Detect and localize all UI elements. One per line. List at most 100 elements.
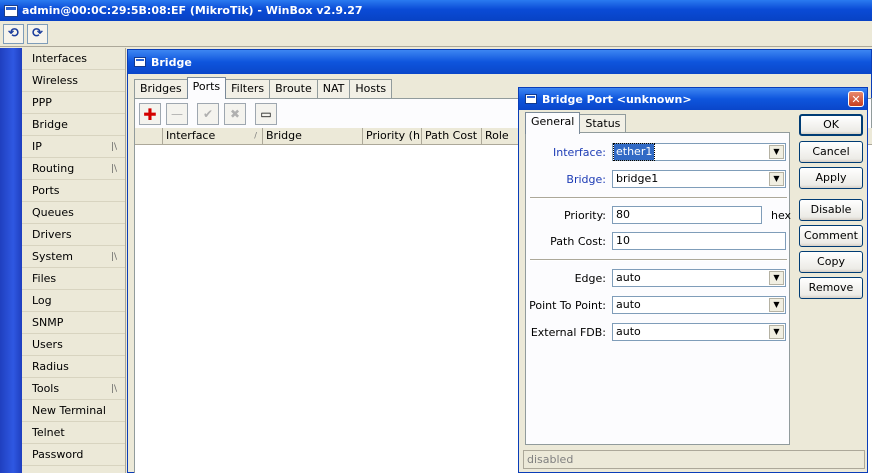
- remove-port-button[interactable]: —: [166, 103, 188, 125]
- tab-general[interactable]: General: [525, 112, 581, 134]
- comment-port-button[interactable]: ▭: [255, 103, 277, 125]
- sidebar-item-queues[interactable]: Queues: [22, 202, 125, 224]
- sidebar-item-label: Telnet: [32, 426, 65, 439]
- add-port-button[interactable]: ✚: [139, 103, 161, 125]
- sidebar-item-password[interactable]: Password: [22, 444, 125, 466]
- undo-icon: ⟲: [8, 26, 19, 41]
- ok-button[interactable]: OK: [799, 114, 863, 136]
- winbox-app-icon: [4, 4, 18, 17]
- comment-icon: ▭: [260, 107, 272, 121]
- submenu-arrow-icon: |\: [110, 164, 117, 174]
- path-cost-label: Path Cost:: [550, 235, 606, 248]
- tab-ports[interactable]: Ports: [186, 77, 227, 99]
- disable-button[interactable]: Disable: [799, 199, 863, 221]
- edge-label: Edge:: [574, 272, 606, 285]
- tab-filters[interactable]: Filters: [225, 79, 271, 99]
- sidebar-item-users[interactable]: Users: [22, 334, 125, 356]
- interface-select[interactable]: ether1 ▼: [612, 143, 786, 161]
- tab-nat[interactable]: NAT: [316, 79, 351, 99]
- external-fdb-label: External FDB:: [530, 326, 606, 339]
- dropdown-arrow-icon[interactable]: ▼: [769, 298, 784, 312]
- copy-button[interactable]: Copy: [799, 251, 863, 273]
- dialog-title-bar[interactable]: Bridge Port <unknown> ✕: [519, 88, 867, 110]
- sidebar-item-ports[interactable]: Ports: [22, 180, 125, 202]
- sidebar-item-snmp[interactable]: SNMP: [22, 312, 125, 334]
- priority-input[interactable]: 80: [612, 206, 762, 224]
- dialog-tabs: General Status: [525, 112, 627, 134]
- sidebar-item-tools[interactable]: Tools |\: [22, 378, 125, 400]
- main-title-bar[interactable]: admin@00:0C:29:5B:08:EF (MikroTik) - Win…: [0, 0, 872, 21]
- redo-icon: ⟳: [32, 26, 43, 41]
- sidebar-item-label: Wireless: [32, 74, 79, 87]
- edge-select[interactable]: auto ▼: [612, 269, 786, 287]
- sidebar-item-ppp[interactable]: PPP: [22, 92, 125, 114]
- sidebar-item-label: Drivers: [32, 228, 72, 241]
- sidebar-item-label: Files: [32, 272, 57, 285]
- path-cost-input[interactable]: 10: [612, 232, 786, 250]
- apply-button[interactable]: Apply: [799, 167, 863, 189]
- sidebar-item-label: PPP: [32, 96, 52, 109]
- disable-port-button[interactable]: ✖: [224, 103, 246, 125]
- dropdown-arrow-icon[interactable]: ▼: [769, 271, 784, 285]
- sort-indicator-icon: /: [254, 131, 257, 140]
- bridge-window-title-bar[interactable]: Bridge: [128, 50, 871, 74]
- minus-icon: —: [171, 107, 183, 121]
- dialog-title: Bridge Port <unknown>: [542, 92, 692, 106]
- main-toolbar: ⟲ ⟳: [0, 21, 872, 47]
- add-icon: ✚: [143, 104, 157, 124]
- column-header-interface[interactable]: Interface /: [163, 128, 263, 144]
- comment-button[interactable]: Comment: [799, 225, 863, 247]
- bridge-window-title: Bridge: [151, 55, 192, 69]
- tab-bridges[interactable]: Bridges: [134, 79, 188, 99]
- priority-unit: hex: [771, 209, 792, 222]
- sidebar-item-label: IP: [32, 140, 42, 153]
- external-fdb-value: auto: [616, 325, 641, 338]
- column-header-path-cost[interactable]: Path Cost: [422, 128, 482, 144]
- left-brand-strip: [0, 48, 22, 473]
- sidebar-item-label: Radius: [32, 360, 69, 373]
- redo-button[interactable]: ⟳: [27, 23, 48, 44]
- sidebar-item-routing[interactable]: Routing |\: [22, 158, 125, 180]
- sidebar-item-label: Tools: [32, 382, 60, 395]
- cancel-button[interactable]: Cancel: [799, 141, 863, 163]
- sidebar-item-label: Bridge: [32, 118, 68, 131]
- column-header-priority[interactable]: Priority (h...: [363, 128, 422, 144]
- sidebar-item-telnet[interactable]: Telnet: [22, 422, 125, 444]
- tab-status[interactable]: Status: [579, 114, 627, 134]
- sidebar-item-system[interactable]: System |\: [22, 246, 125, 268]
- window-icon: [525, 94, 537, 104]
- dialog-close-button[interactable]: ✕: [848, 91, 864, 107]
- interface-label: Interface:: [553, 146, 606, 159]
- sidebar-item-log[interactable]: Log: [22, 290, 125, 312]
- main-window-title: admin@00:0C:29:5B:08:EF (MikroTik) - Win…: [22, 4, 363, 17]
- window-icon: [134, 57, 146, 67]
- ports-toolbar: ✚ — ✔ ✖ ▭: [139, 103, 277, 125]
- column-header-flags[interactable]: [135, 128, 163, 144]
- bridge-port-dialog: Bridge Port <unknown> ✕ General Status I…: [518, 87, 868, 473]
- tab-broute[interactable]: Broute: [269, 79, 318, 99]
- sidebar-item-ip[interactable]: IP |\: [22, 136, 125, 158]
- column-header-bridge[interactable]: Bridge: [263, 128, 363, 144]
- bridge-select[interactable]: bridge1 ▼: [612, 170, 786, 188]
- undo-button[interactable]: ⟲: [3, 23, 24, 44]
- sidebar-item-radius[interactable]: Radius: [22, 356, 125, 378]
- enable-port-button[interactable]: ✔: [197, 103, 219, 125]
- external-fdb-select[interactable]: auto ▼: [612, 323, 786, 341]
- interface-row: Interface: ether1 ▼: [526, 143, 791, 163]
- dropdown-arrow-icon[interactable]: ▼: [769, 172, 784, 186]
- dropdown-arrow-icon[interactable]: ▼: [769, 325, 784, 339]
- sidebar-item-label: Routing: [32, 162, 75, 175]
- remove-button[interactable]: Remove: [799, 277, 863, 299]
- sidebar-item-interfaces[interactable]: Interfaces: [22, 48, 125, 70]
- submenu-arrow-icon: |\: [110, 252, 117, 262]
- sidebar-item-files[interactable]: Files: [22, 268, 125, 290]
- tab-hosts[interactable]: Hosts: [349, 79, 393, 99]
- sidebar-item-wireless[interactable]: Wireless: [22, 70, 125, 92]
- column-header-role[interactable]: Role: [482, 128, 522, 144]
- point-to-point-select[interactable]: auto ▼: [612, 296, 786, 314]
- sidebar-item-new-terminal[interactable]: New Terminal: [22, 400, 125, 422]
- sidebar-item-bridge[interactable]: Bridge: [22, 114, 125, 136]
- sidebar-item-label: Interfaces: [32, 52, 87, 65]
- sidebar-item-drivers[interactable]: Drivers: [22, 224, 125, 246]
- dropdown-arrow-icon[interactable]: ▼: [769, 145, 784, 159]
